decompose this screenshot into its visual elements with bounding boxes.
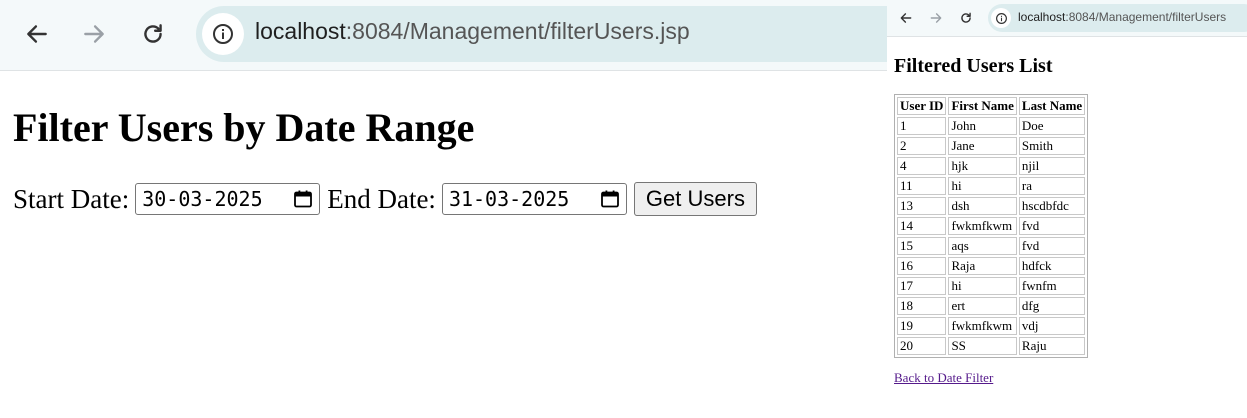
table-row: 20 SS Raju [897, 337, 1086, 355]
first-name-cell: fwkmfkwm [948, 317, 1017, 335]
last-name-cell: dfg [1018, 297, 1086, 315]
end-date-value: 31-03-2025 [448, 187, 570, 211]
user-id-cell: 2 [897, 137, 947, 155]
date-filter-form: Start Date: 30-03-2025 End Date: 31-03-2… [13, 181, 757, 217]
first-name-cell: dsh [948, 197, 1017, 215]
arrow-right-icon [930, 13, 942, 23]
arrow-left-icon [900, 13, 912, 23]
address-bar[interactable]: localhost:8084/Management/filterUsers.js… [196, 6, 887, 62]
arrow-left-icon [27, 25, 47, 43]
url-host: localhost [255, 18, 346, 44]
calendar-icon[interactable] [293, 189, 313, 209]
site-info-button[interactable] [202, 13, 244, 55]
forward-button[interactable] [74, 14, 114, 54]
url-host: localhost [1018, 10, 1066, 24]
results-title: Filtered Users List [894, 55, 1053, 77]
last-name-cell: fvd [1018, 237, 1086, 255]
get-users-button[interactable]: Get Users [633, 182, 757, 216]
first-name-cell: Jane [948, 137, 1017, 155]
first-name-cell: hi [948, 277, 1017, 295]
table-row: 4 hjk njil [897, 157, 1086, 175]
table-row: 2 Jane Smith [897, 137, 1086, 155]
url-path: :8084/Management/filterUsers [1065, 10, 1227, 24]
last-name-cell: njil [1018, 157, 1086, 175]
column-header-first-name: First Name [948, 97, 1017, 115]
reload-icon [144, 24, 162, 43]
info-icon [213, 24, 233, 44]
first-name-cell: hi [948, 177, 1017, 195]
user-id-cell: 11 [897, 177, 947, 195]
table-row: 14 fwkmfkwm fvd [897, 217, 1086, 235]
table-row: 1 John Doe [897, 117, 1086, 135]
user-id-cell: 18 [897, 297, 947, 315]
last-name-cell: vdj [1018, 317, 1086, 335]
filter-page-window: localhost:8084/Management/filterUsers.js… [0, 0, 887, 418]
user-id-cell: 16 [897, 257, 947, 275]
end-date-label: End Date: [327, 183, 436, 214]
first-name-cell: SS [948, 337, 1017, 355]
table-row: 19 fwkmfkwm vdj [897, 317, 1086, 335]
calendar-icon[interactable] [600, 189, 620, 209]
table-row: 11 hi ra [897, 177, 1086, 195]
user-id-cell: 4 [897, 157, 947, 175]
page-title: Filter Users by Date Range [13, 105, 475, 150]
user-id-cell: 17 [897, 277, 947, 295]
back-to-date-filter-link[interactable]: Back to Date Filter [894, 370, 993, 386]
user-id-cell: 1 [897, 117, 947, 135]
user-id-cell: 15 [897, 237, 947, 255]
browser-toolbar: localhost:8084/Management/filterUsers.js… [0, 0, 887, 71]
forward-button[interactable] [925, 7, 947, 29]
address-bar[interactable]: localhost:8084/Management/filterUsers [988, 4, 1247, 32]
table-row: 17 hi fwnfm [897, 277, 1086, 295]
table-row: 16 Raja hdfck [897, 257, 1086, 275]
back-button[interactable] [17, 14, 57, 54]
url-text[interactable]: localhost:8084/Management/filterUsers [1018, 10, 1226, 24]
column-header-user-id: User ID [897, 97, 947, 115]
reload-button[interactable] [133, 14, 173, 54]
users-table: User ID First Name Last Name 1 John Doe 2 Ja… [894, 94, 1089, 358]
table-row: 18 ert dfg [897, 297, 1086, 315]
last-name-cell: Raju [1018, 337, 1086, 355]
url-text[interactable]: localhost:8084/Management/filterUsers.js… [255, 18, 690, 45]
last-name-cell: hdfck [1018, 257, 1086, 275]
user-id-cell: 13 [897, 197, 947, 215]
first-name-cell: aqs [948, 237, 1017, 255]
reload-icon [961, 12, 971, 23]
last-name-cell: fwnfm [1018, 277, 1086, 295]
first-name-cell: Raja [948, 257, 1017, 275]
results-page-window: localhost:8084/Management/filterUsers Fi… [887, 0, 1247, 418]
site-info-button[interactable] [991, 8, 1011, 28]
start-date-label: Start Date: [13, 183, 130, 214]
browser-toolbar: localhost:8084/Management/filterUsers [887, 0, 1247, 37]
first-name-cell: fwkmfkwm [948, 217, 1017, 235]
user-id-cell: 19 [897, 317, 947, 335]
last-name-cell: Doe [1018, 117, 1086, 135]
last-name-cell: ra [1018, 177, 1086, 195]
reload-button[interactable] [955, 7, 977, 29]
first-name-cell: John [948, 117, 1017, 135]
info-icon [995, 12, 1007, 24]
end-date-input[interactable]: 31-03-2025 [441, 183, 627, 215]
last-name-cell: fvd [1018, 217, 1086, 235]
table-row: 15 aqs fvd [897, 237, 1086, 255]
column-header-last-name: Last Name [1018, 97, 1086, 115]
last-name-cell: Smith [1018, 137, 1086, 155]
first-name-cell: ert [948, 297, 1017, 315]
arrow-right-icon [84, 25, 104, 43]
back-button[interactable] [895, 7, 917, 29]
last-name-cell: hscdbfdc [1018, 197, 1086, 215]
table-row: 13 dsh hscdbfdc [897, 197, 1086, 215]
start-date-input[interactable]: 30-03-2025 [135, 183, 321, 215]
table-header-row: User ID First Name Last Name [897, 97, 1086, 115]
start-date-value: 30-03-2025 [142, 187, 263, 211]
url-path: :8084/Management/filterUsers.jsp [345, 18, 690, 44]
first-name-cell: hjk [948, 157, 1017, 175]
user-id-cell: 20 [897, 337, 947, 355]
user-id-cell: 14 [897, 217, 947, 235]
